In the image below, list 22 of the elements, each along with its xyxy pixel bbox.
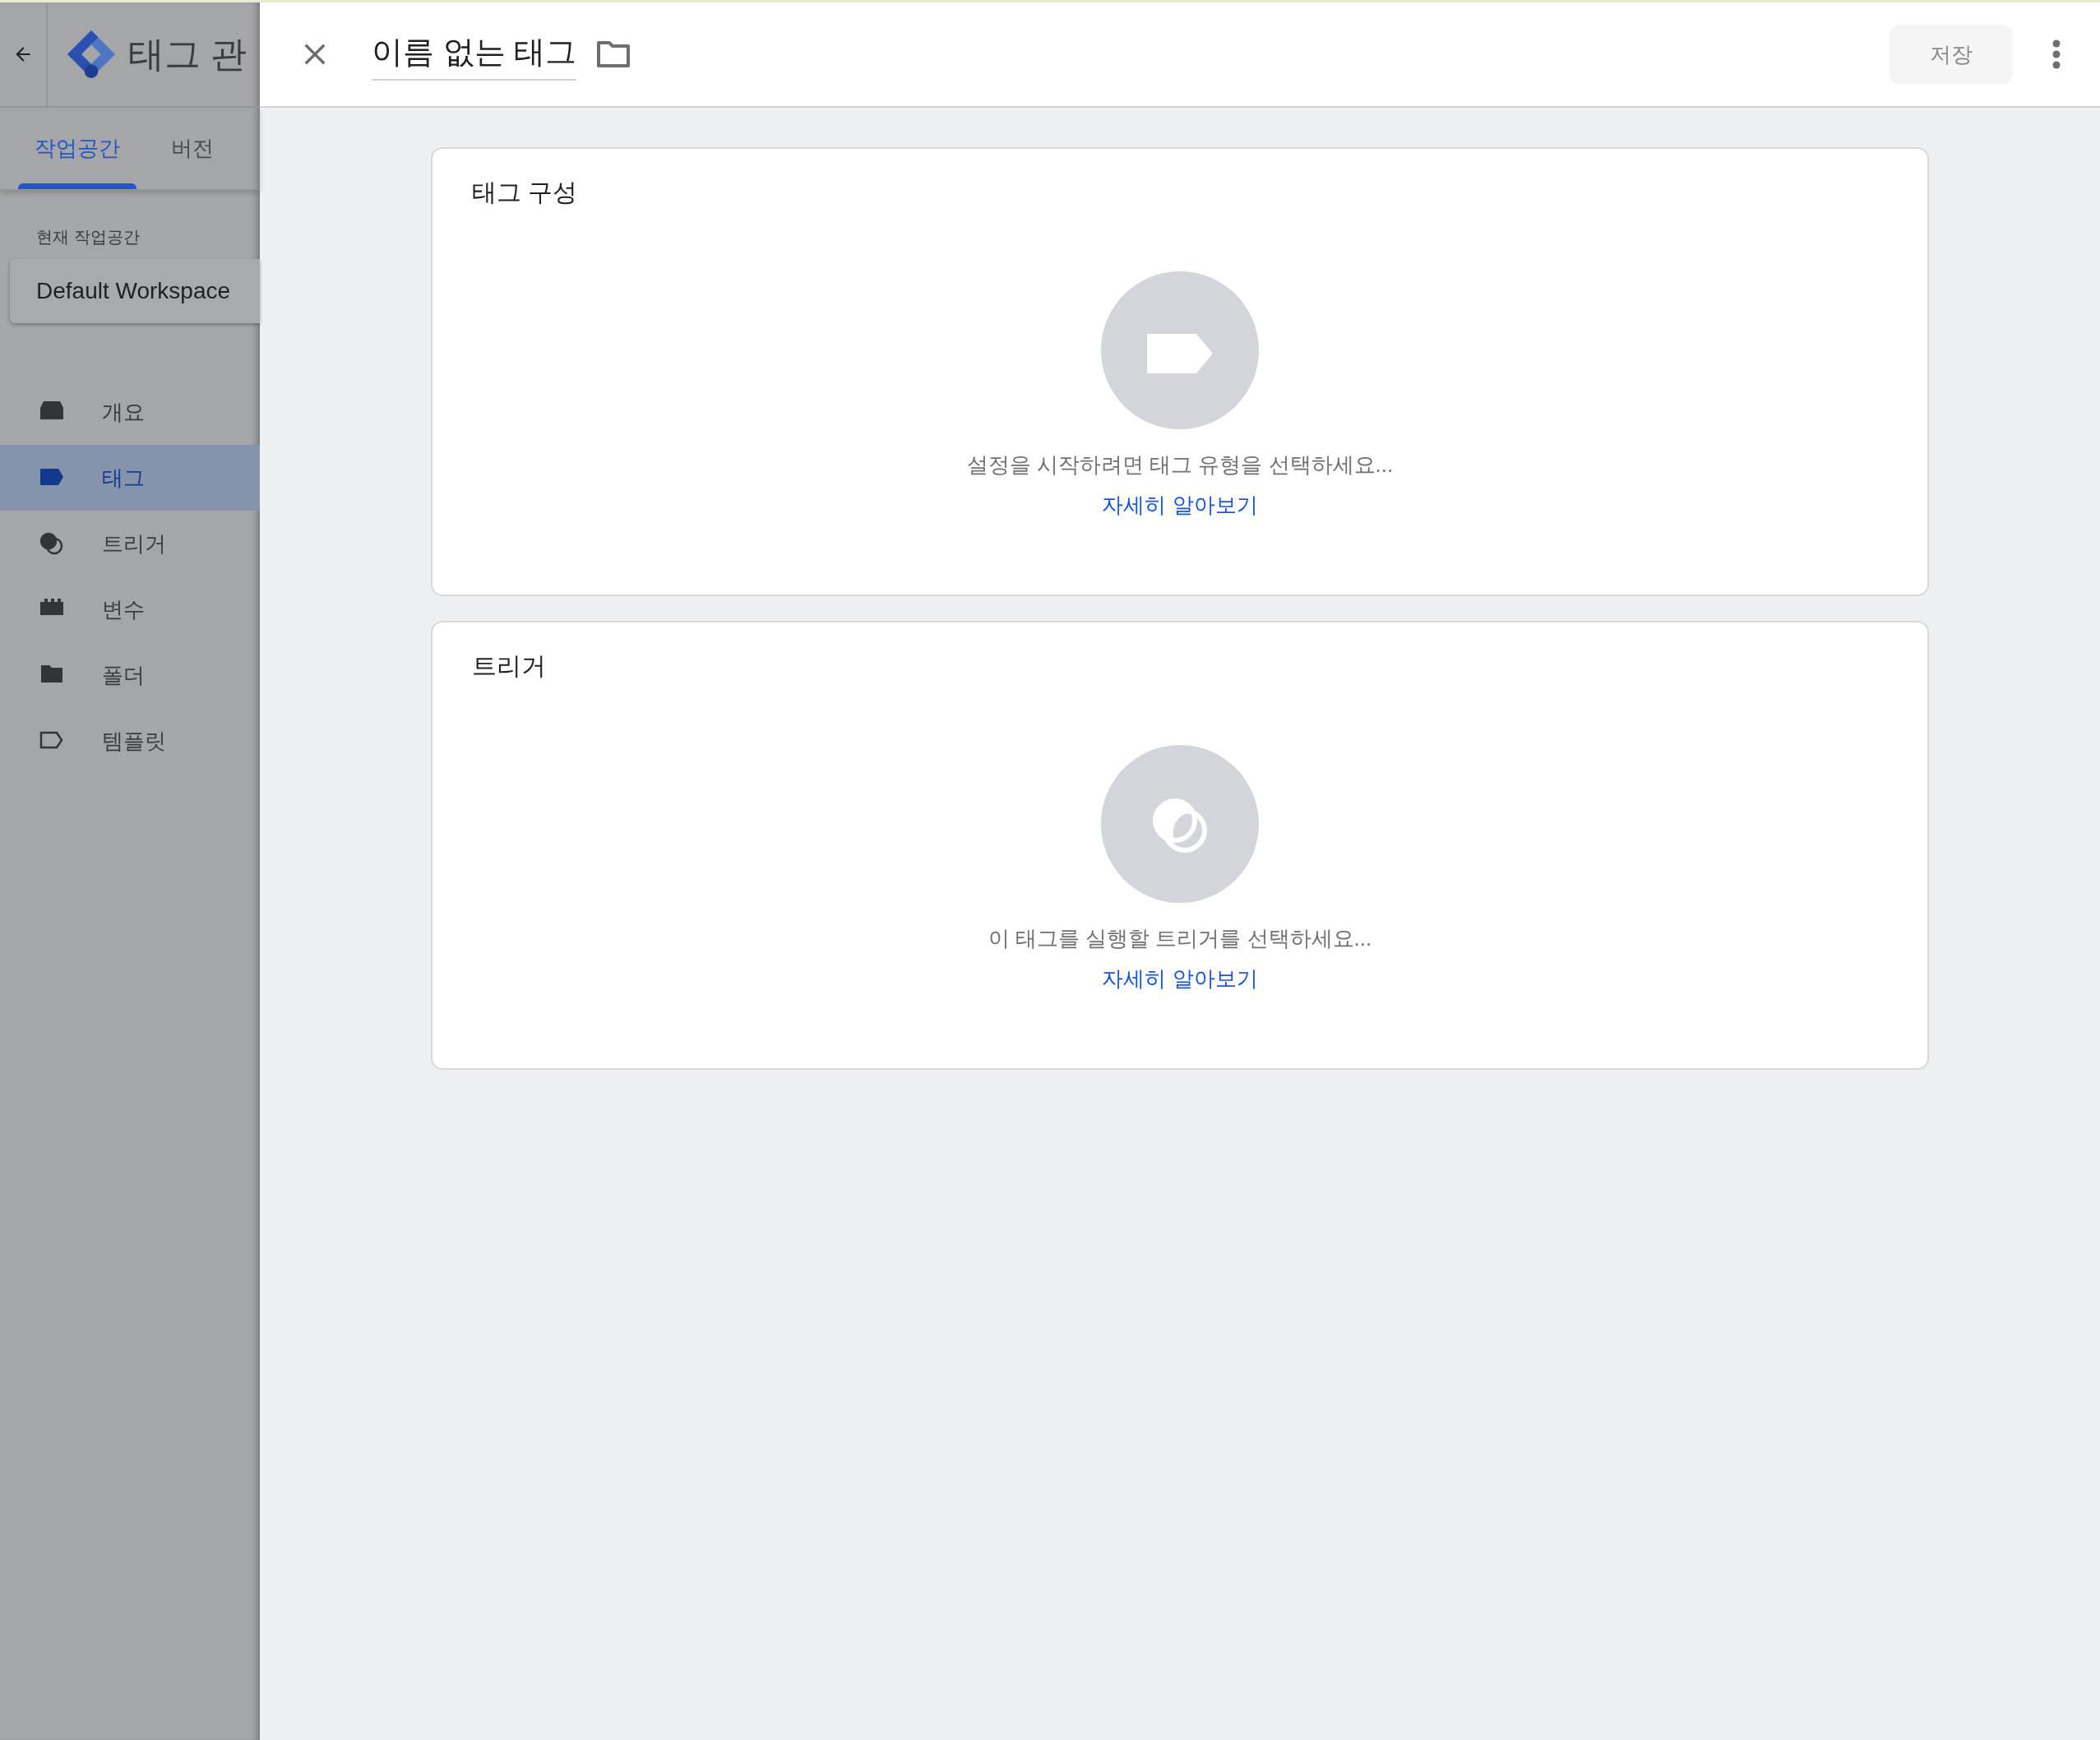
diamond-logo-icon bbox=[66, 29, 117, 80]
app-title: 태그 관 bbox=[128, 33, 247, 76]
learn-more-link[interactable]: 자세히 알아보기 bbox=[1102, 963, 1258, 995]
tag-name-field[interactable]: 이름 없는 태그 bbox=[372, 28, 577, 81]
sidebar-tab[interactable]: 작업공간 bbox=[18, 108, 136, 189]
sidebar-item[interactable]: 템플릿 bbox=[0, 708, 260, 774]
learn-more-link[interactable]: 자세히 알아보기 bbox=[1102, 489, 1258, 521]
sidebar-item[interactable]: 개요 bbox=[0, 379, 260, 445]
card-title: 트리거 bbox=[472, 651, 546, 681]
sidebar-item[interactable]: 폴더 bbox=[0, 642, 260, 708]
sidebar-item[interactable]: 변수 bbox=[0, 576, 260, 642]
hint-text: 이 태그를 실행할 트리거를 선택하세요... bbox=[988, 925, 1372, 952]
folder-icon[interactable] bbox=[596, 40, 631, 68]
more-options-icon[interactable] bbox=[2051, 39, 2062, 69]
sidebar-tab[interactable]: 버전 bbox=[155, 108, 230, 189]
card-title: 태그 구성 bbox=[472, 178, 578, 207]
workspace-selector[interactable]: Default Workspace bbox=[10, 259, 260, 323]
close-icon[interactable] bbox=[303, 42, 327, 67]
workspace-caption: 현재 작업공간 bbox=[36, 227, 141, 248]
sidebar-item[interactable]: 태그 bbox=[0, 445, 260, 511]
hint-text: 설정을 시작하려면 태그 유형을 선택하세요... bbox=[966, 451, 1394, 479]
sidebar-item[interactable]: 트리거 bbox=[0, 511, 260, 576]
